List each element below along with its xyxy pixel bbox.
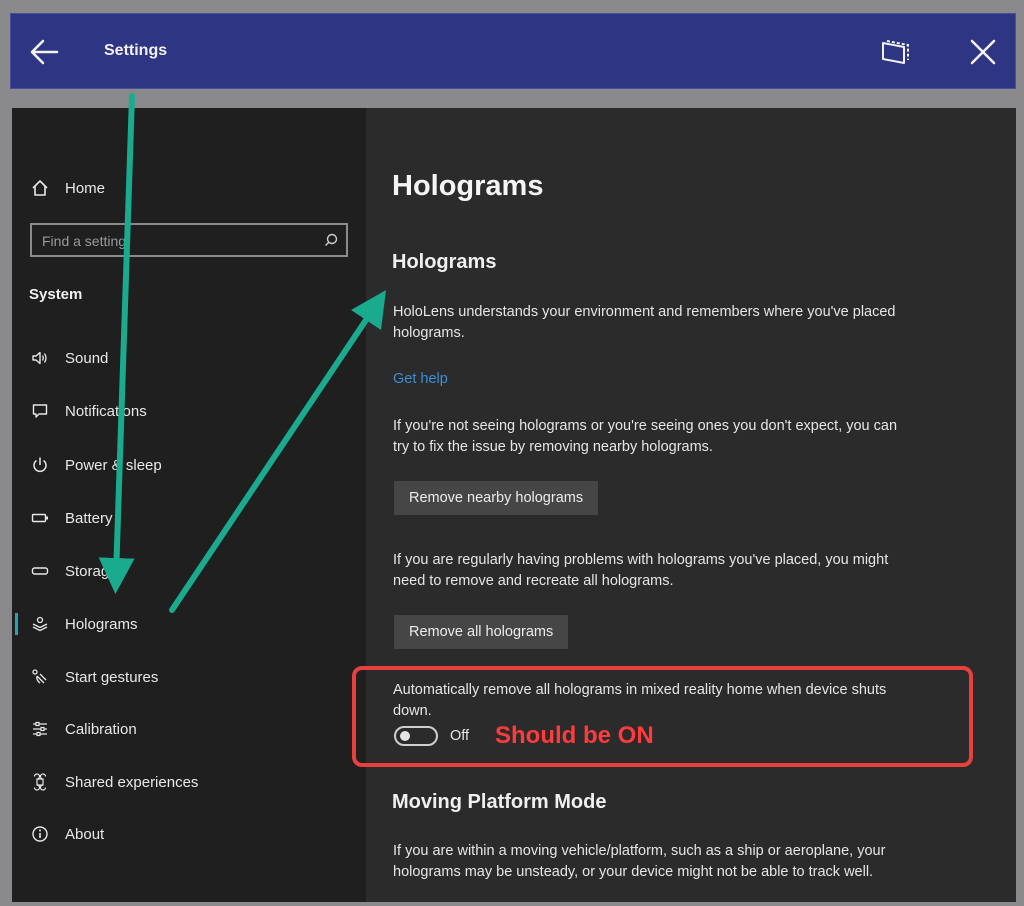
section-title-holograms: Holograms	[392, 251, 497, 273]
back-button[interactable]	[27, 34, 63, 70]
sidebar-item-label: Storage	[65, 562, 118, 580]
auto-remove-description: Automatically remove all holograms in mi…	[393, 682, 887, 719]
sidebar-item-label: Battery	[65, 509, 113, 527]
section-title-moving-platform: Moving Platform Mode	[392, 791, 607, 813]
search-box[interactable]	[30, 223, 348, 257]
snap-window-button[interactable]	[877, 34, 913, 70]
sidebar-item-label: About	[65, 825, 105, 843]
auto-remove-toggle[interactable]	[394, 726, 438, 746]
speaker-icon	[30, 348, 50, 368]
sidebar-item-about[interactable]: About	[12, 813, 366, 855]
moving-platform-description: If you are within a moving vehicle/platf…	[393, 843, 886, 880]
gesture-icon	[30, 667, 50, 687]
sidebar-item-shared-experiences[interactable]: Shared experiences	[12, 761, 366, 803]
sidebar-item-holograms[interactable]: Holograms	[12, 603, 366, 645]
title-bar: Settings	[10, 13, 1016, 89]
sidebar-item-home[interactable]: Home	[12, 167, 366, 209]
notification-icon	[30, 401, 50, 421]
sliders-icon	[30, 719, 50, 739]
search-icon[interactable]	[324, 233, 338, 247]
intro-text: HoloLens understands your environment an…	[393, 304, 896, 341]
sidebar-item-storage[interactable]: Storage	[12, 550, 366, 592]
all-description: If you are regularly having problems wit…	[393, 552, 889, 589]
home-icon	[30, 178, 50, 198]
sidebar-item-label: Calibration	[65, 720, 137, 738]
sidebar-item-battery[interactable]: Battery	[12, 497, 366, 539]
sidebar: Home System Sound Notifications	[12, 108, 366, 902]
holograms-icon	[30, 614, 50, 634]
sidebar-item-power-sleep[interactable]: Power & sleep	[12, 444, 366, 486]
window-title: Settings	[104, 42, 168, 59]
sidebar-item-label: Home	[65, 179, 106, 197]
sidebar-item-label: Sound	[65, 349, 109, 367]
search-input[interactable]	[40, 230, 314, 252]
page-title: Holograms	[392, 170, 544, 202]
window-snap-icon	[882, 40, 909, 64]
power-icon	[30, 455, 50, 475]
command-icon	[30, 772, 50, 792]
sidebar-item-label: Holograms	[65, 615, 138, 633]
sidebar-item-label: Power & sleep	[65, 456, 162, 474]
section-label: System	[29, 286, 83, 303]
toggle-knob	[400, 731, 410, 741]
sidebar-item-label: Shared experiences	[65, 773, 199, 791]
remove-all-holograms-button[interactable]: Remove all holograms	[394, 615, 569, 649]
storage-icon	[30, 561, 50, 581]
sidebar-item-label: Start gestures	[65, 668, 159, 686]
sidebar-item-sound[interactable]: Sound	[12, 337, 366, 379]
close-button[interactable]	[965, 34, 1001, 70]
sidebar-item-start-gestures[interactable]: Start gestures	[12, 656, 366, 698]
arrow-left-icon	[30, 39, 59, 65]
info-icon	[30, 824, 50, 844]
sidebar-item-notifications[interactable]: Notifications	[12, 390, 366, 432]
sidebar-item-label: Notifications	[65, 402, 147, 420]
content-pane: Holograms Holograms HoloLens understands…	[366, 108, 1016, 902]
remove-nearby-holograms-button[interactable]: Remove nearby holograms	[394, 481, 599, 515]
nearby-description: If you're not seeing holograms or you're…	[393, 418, 898, 455]
battery-icon	[30, 508, 50, 528]
get-help-link[interactable]: Get help	[393, 371, 448, 387]
toggle-state-label: Off	[450, 728, 470, 744]
settings-window: Home System Sound Notifications	[12, 108, 1016, 902]
sidebar-item-calibration[interactable]: Calibration	[12, 708, 366, 750]
close-icon	[970, 39, 996, 65]
